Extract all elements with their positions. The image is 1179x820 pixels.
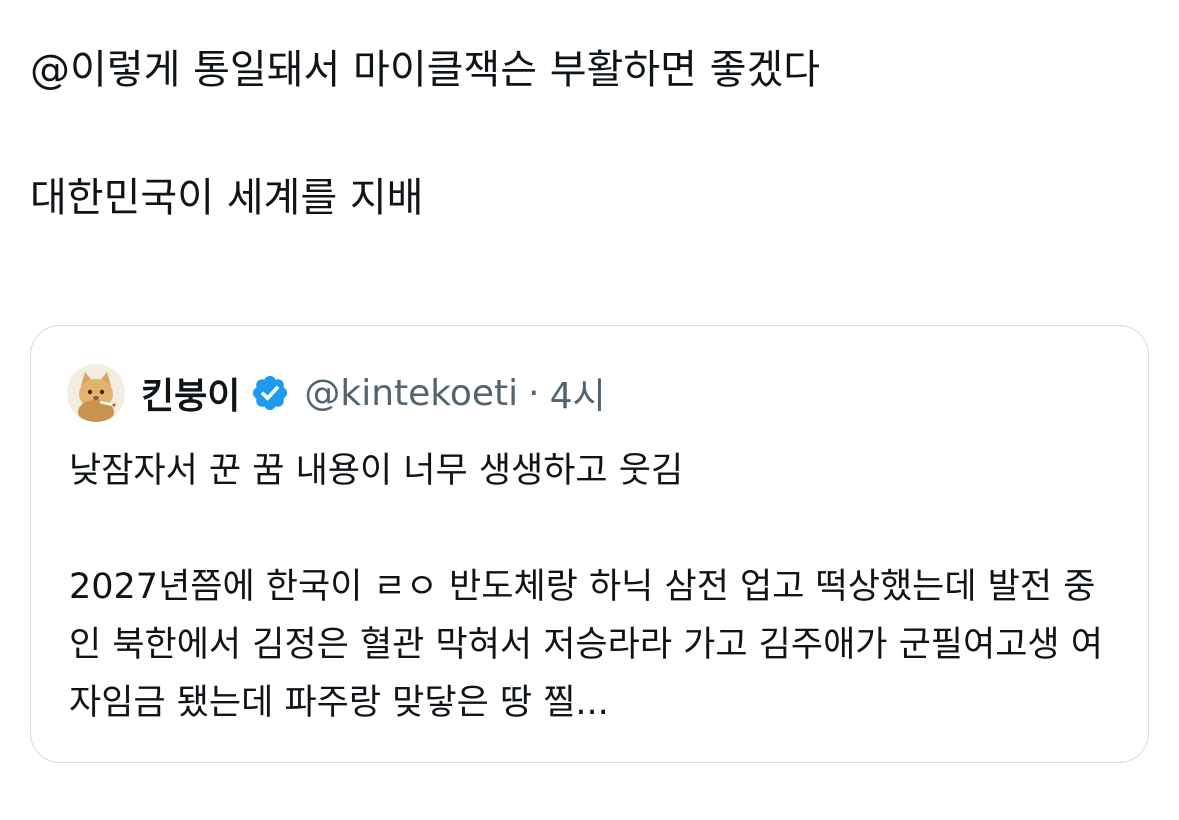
cat-avatar-icon <box>67 364 125 422</box>
quoted-tweet-header: 킨붕이 @kintekoeti · 4시 <box>67 362 606 424</box>
separator-dot: · <box>528 372 540 414</box>
quoted-tweet-text: 낮잠자서 꾼 꿈 내용이 너무 생생하고 웃김 2027년쯤에 한국이 ㄹㅇ 반… <box>69 442 1119 732</box>
user-handle[interactable]: @kintekoeti <box>304 373 518 414</box>
tweet-text: @이렇게 통일돼서 마이클잭슨 부활하면 좋겠다 대한민국이 세계를 지배 <box>30 47 821 221</box>
quoted-paragraph-2: 2027년쯤에 한국이 ㄹㅇ 반도체랑 하닉 삼전 업고 떡상했는데 발전 중인… <box>69 567 1103 723</box>
display-name[interactable]: 킨붕이 <box>141 367 240 419</box>
quoted-tweet-card[interactable]: 킨붕이 @kintekoeti · 4시 낮잠자서 꾼 꿈 내용이 너무 생생하… <box>30 325 1149 763</box>
timestamp[interactable]: 4시 <box>550 367 606 419</box>
quoted-paragraph-1: 낮잠자서 꾼 꿈 내용이 너무 생생하고 웃김 <box>69 451 684 491</box>
avatar[interactable] <box>67 364 125 422</box>
tweet-body: @이렇게 통일돼서 마이클잭슨 부활하면 좋겠다 대한민국이 세계를 지배 <box>30 38 1150 230</box>
verified-badge-icon <box>250 373 290 413</box>
